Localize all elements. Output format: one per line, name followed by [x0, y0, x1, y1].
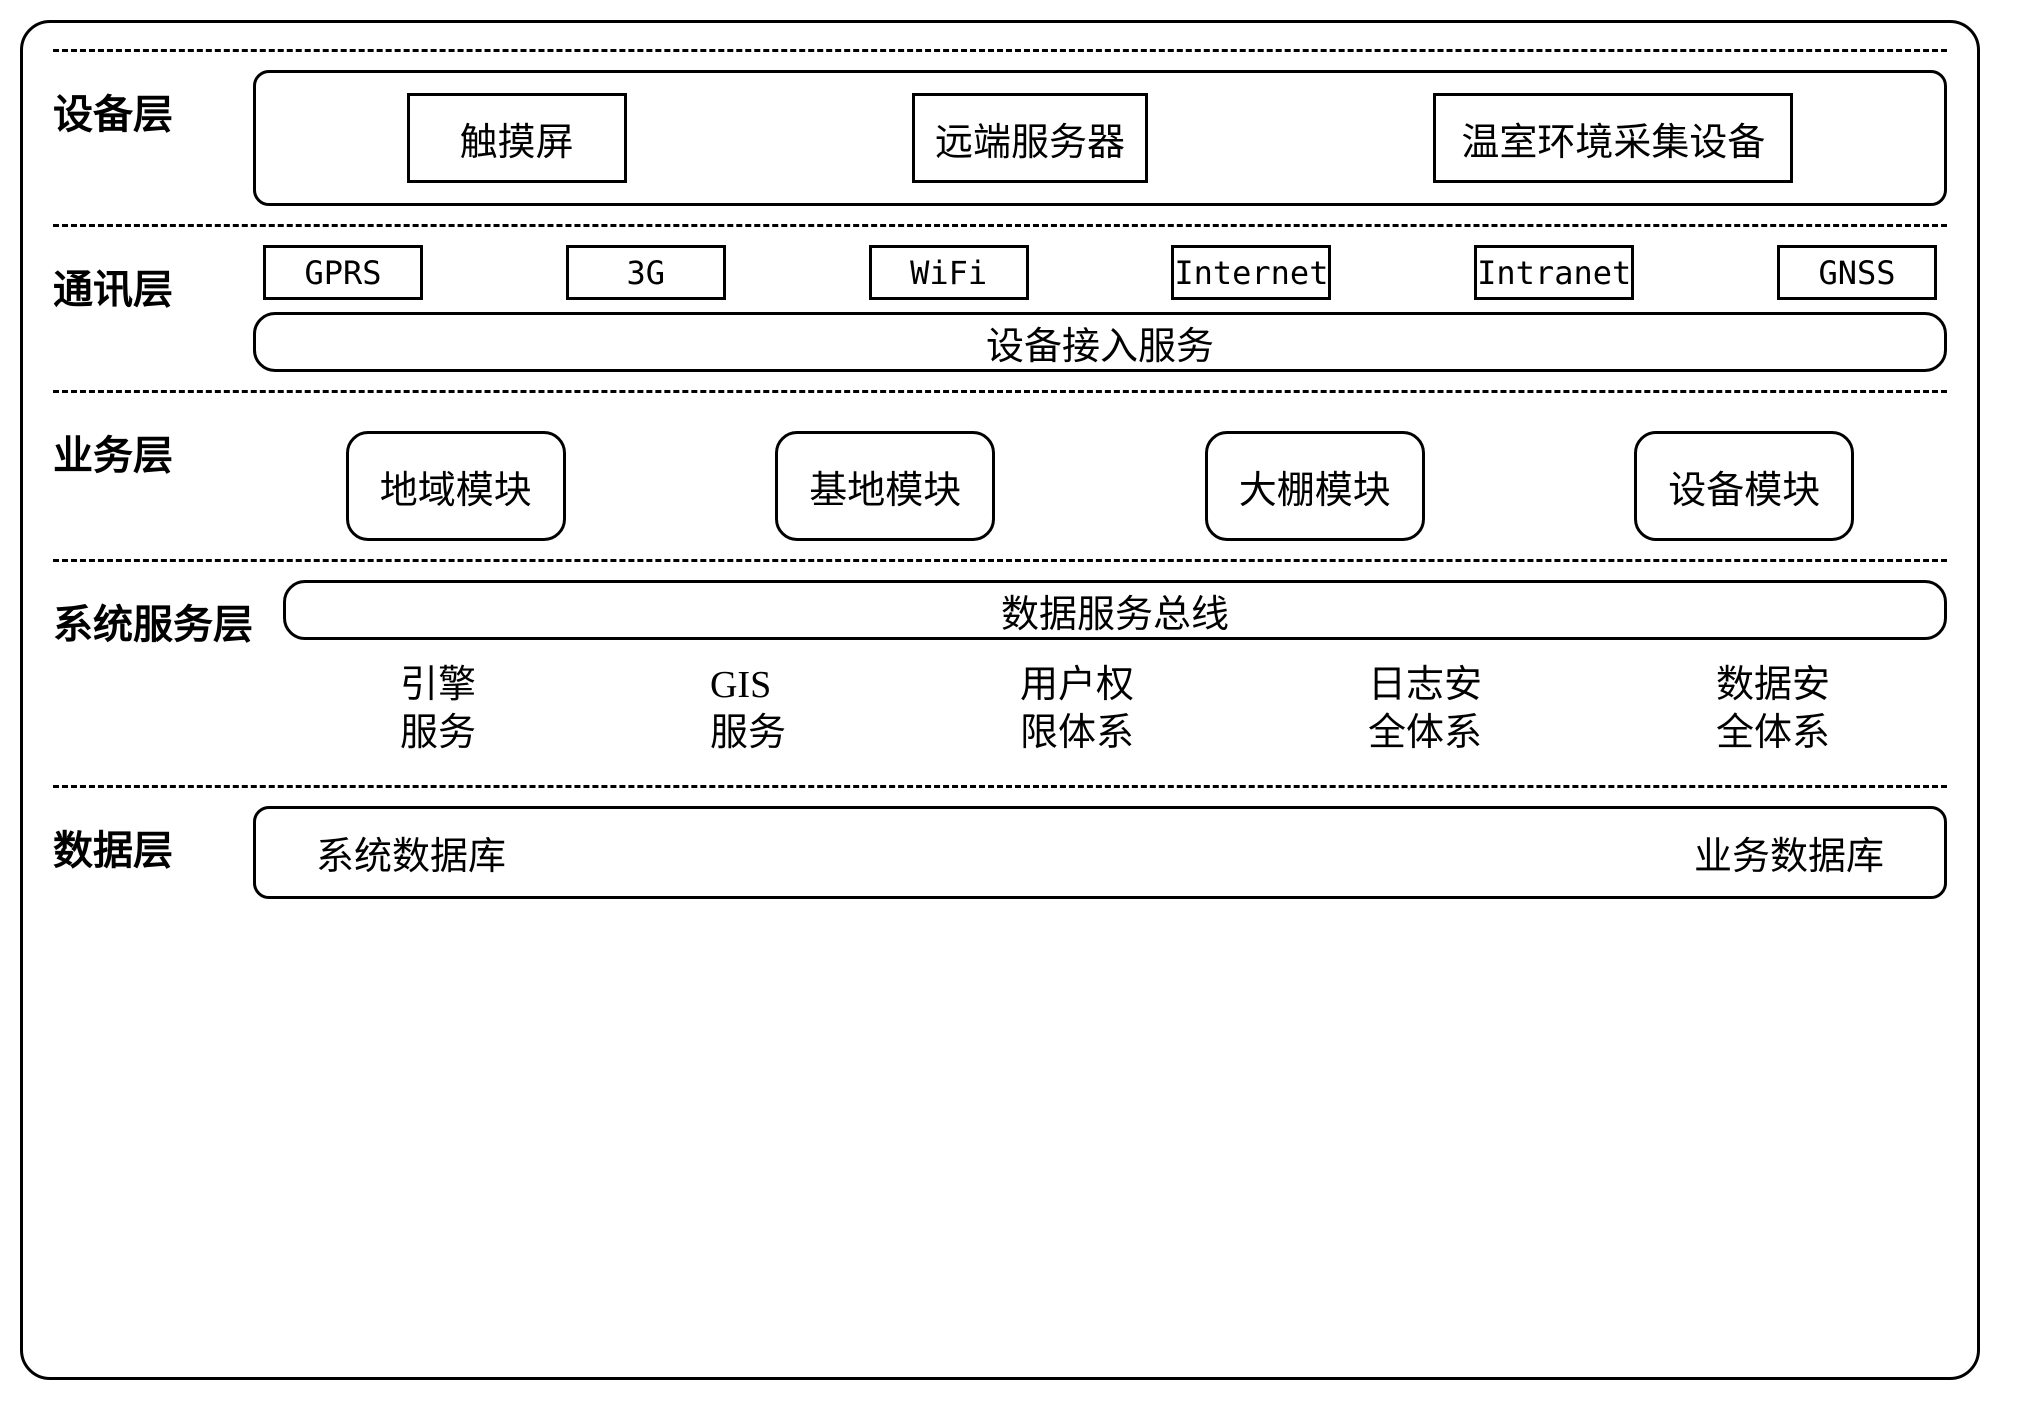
service-user-auth: 用户权 限体系 [1020, 662, 1134, 757]
comm-layer-label: 通讯层 [53, 245, 253, 315]
service-engine-l1: 引擎 [400, 664, 476, 706]
service-user-auth-l2: 限体系 [1020, 712, 1134, 754]
separator [53, 559, 1947, 562]
device-layer-content: 触摸屏 远端服务器 温室环境采集设备 [253, 70, 1947, 206]
comm-gnss: GNSS [1777, 245, 1937, 300]
separator [53, 785, 1947, 788]
comm-3g: 3G [566, 245, 726, 300]
data-layer: 数据层 系统数据库 业务数据库 [53, 794, 1947, 911]
device-touchscreen: 触摸屏 [407, 93, 627, 183]
separator [53, 224, 1947, 227]
business-region-module: 地域模块 [346, 431, 566, 541]
system-service-layer: 系统服务层 数据服务总线 引擎 服务 GIS 服务 用户权 限体系 日志安 全 [53, 568, 1947, 779]
separator [53, 49, 1947, 52]
business-greenhouse-module: 大棚模块 [1205, 431, 1425, 541]
device-greenhouse-sensor: 温室环境采集设备 [1433, 93, 1793, 183]
data-layer-label: 数据层 [53, 806, 253, 876]
data-service-bus: 数据服务总线 [283, 580, 1947, 640]
service-gis: GIS 服务 [710, 662, 786, 757]
business-layer-label: 业务层 [53, 411, 253, 481]
system-service-layer-label: 系统服务层 [53, 580, 283, 650]
service-list: 引擎 服务 GIS 服务 用户权 限体系 日志安 全体系 数据安 全体系 [283, 652, 1947, 767]
business-device-module: 设备模块 [1634, 431, 1854, 541]
business-layer-content: 地域模块 基地模块 大棚模块 设备模块 [253, 411, 1947, 541]
comm-layer-content: GPRS 3G WiFi Internet Intranet GNSS 设备接入… [253, 245, 1947, 372]
device-layer-container: 触摸屏 远端服务器 温室环境采集设备 [253, 70, 1947, 206]
service-gis-l1: GIS [710, 664, 771, 706]
device-layer: 设备层 触摸屏 远端服务器 温室环境采集设备 [53, 58, 1947, 218]
comm-layer: 通讯层 GPRS 3G WiFi Internet Intranet GNSS … [53, 233, 1947, 384]
separator [53, 390, 1947, 393]
service-log-security-l2: 全体系 [1368, 712, 1482, 754]
business-database: 业务数据库 [1694, 825, 1884, 880]
comm-gprs: GPRS [263, 245, 423, 300]
comm-access-service: 设备接入服务 [253, 312, 1947, 372]
service-gis-l2: 服务 [710, 712, 786, 754]
data-layer-container: 系统数据库 业务数据库 [253, 806, 1947, 899]
data-layer-content: 系统数据库 业务数据库 [253, 806, 1947, 899]
comm-wifi: WiFi [869, 245, 1029, 300]
device-remote-server: 远端服务器 [912, 93, 1148, 183]
service-engine-l2: 服务 [400, 712, 476, 754]
service-log-security-l1: 日志安 [1368, 664, 1482, 706]
system-database: 系统数据库 [316, 825, 506, 880]
service-log-security: 日志安 全体系 [1368, 662, 1482, 757]
business-layer: 业务层 地域模块 基地模块 大棚模块 设备模块 [53, 399, 1947, 553]
business-base-module: 基地模块 [775, 431, 995, 541]
device-layer-label: 设备层 [53, 70, 253, 140]
service-data-security-l1: 数据安 [1716, 664, 1830, 706]
comm-internet: Internet [1171, 245, 1331, 300]
architecture-diagram: 设备层 触摸屏 远端服务器 温室环境采集设备 通讯层 GPRS 3G WiFi … [20, 20, 1980, 1380]
service-data-security-l2: 全体系 [1716, 712, 1830, 754]
system-service-layer-content: 数据服务总线 引擎 服务 GIS 服务 用户权 限体系 日志安 全体系 [283, 580, 1947, 767]
service-data-security: 数据安 全体系 [1716, 662, 1830, 757]
comm-intranet: Intranet [1474, 245, 1634, 300]
service-user-auth-l1: 用户权 [1020, 664, 1134, 706]
service-engine: 引擎 服务 [400, 662, 476, 757]
